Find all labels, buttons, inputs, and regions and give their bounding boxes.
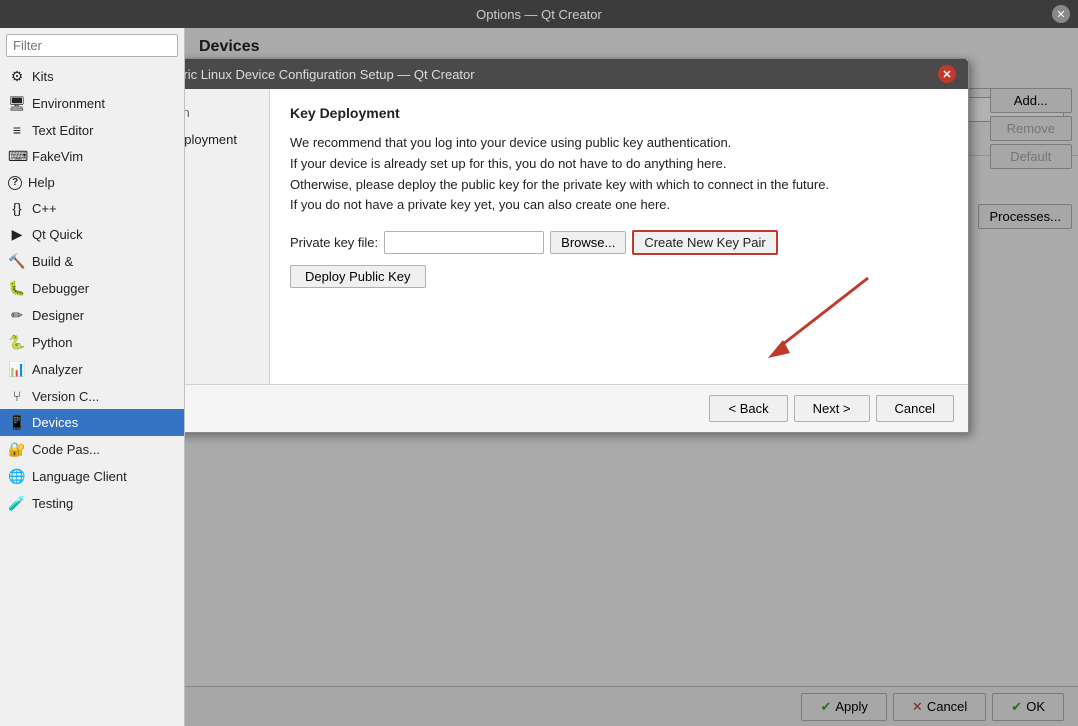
sidebar-label-python: Python [32,335,72,350]
key-deployment-label: Key Deployment [185,132,237,147]
build-icon: 🔨 [8,253,26,270]
sidebar-label-code-pas: Code Pas... [32,442,100,457]
back-button[interactable]: < Back [709,395,787,422]
sidebar-item-debugger[interactable]: 🐛 Debugger [0,275,184,302]
modal-close-button[interactable]: ✕ [938,65,956,83]
sidebar-item-python[interactable]: 🐍 Python [0,329,184,356]
sidebar-label-help: Help [28,175,55,190]
sidebar-label-debugger: Debugger [32,281,89,296]
sidebar-label-testing: Testing [32,496,73,511]
sidebar-item-designer[interactable]: ✏ Designer [0,302,184,329]
sidebar-item-language-client[interactable]: 🌐 Language Client [0,463,184,490]
modal-description: We recommend that you log into your devi… [290,133,948,216]
designer-icon: ✏ [8,307,26,324]
sidebar-item-text-editor[interactable]: ≡ Text Editor [0,117,184,143]
sidebar-item-build[interactable]: 🔨 Build & [0,248,184,275]
modal-content: Key Deployment We recommend that you log… [270,89,968,384]
analyzer-icon: 📊 [8,361,26,378]
testing-icon: 🧪 [8,495,26,512]
sidebar-item-environment[interactable]: 🖥 Environment [0,90,184,117]
connection-label: Connection [185,105,190,120]
modal-nav-summary: Summary [185,154,269,181]
next-button[interactable]: Next > [794,395,870,422]
modal-section-title: Key Deployment [290,105,948,121]
fakevim-icon: ⌨ [8,148,26,165]
sidebar-label-kits: Kits [32,69,54,84]
modal-nav-key-deployment: ▶ Key Deployment [185,126,269,154]
sidebar-label-version-control: Version C... [32,389,99,404]
modal-body: Connection ▶ Key Deployment Summary Key … [185,89,968,384]
modal-titlebar: New Generic Linux Device Configuration S… [185,59,968,89]
sidebar-item-fakevim[interactable]: ⌨ FakeVim [0,143,184,170]
sidebar-item-code-pas[interactable]: 🔐 Code Pas... [0,436,184,463]
sidebar-label-qt-quick: Qt Quick [32,227,83,242]
sidebar-item-cpp[interactable]: {} C++ [0,195,184,221]
cpp-icon: {} [8,200,26,216]
sidebar-item-devices[interactable]: 📱 Devices [0,409,184,436]
sidebar-label-analyzer: Analyzer [32,362,83,377]
devices-icon: 📱 [8,414,26,431]
sidebar-item-help[interactable]: ? Help [0,170,184,195]
private-key-label: Private key file: [290,235,378,250]
window-close-button[interactable]: ✕ [1052,5,1070,23]
key-file-row: Private key file: Browse... Create New K… [290,230,948,255]
version-control-icon: ⑂ [8,388,26,404]
debugger-icon: 🐛 [8,280,26,297]
sidebar-item-analyzer[interactable]: 📊 Analyzer [0,356,184,383]
red-arrow-annotation [290,288,948,368]
sidebar-item-kits[interactable]: Kits [0,63,184,90]
modal-nav: Connection ▶ Key Deployment Summary [185,89,270,384]
sidebar-item-version-control[interactable]: ⑂ Version C... [0,383,184,409]
help-icon: ? [8,176,22,190]
cancel-button[interactable]: Cancel [876,395,954,422]
sidebar-label-fakevim: FakeVim [32,149,83,164]
modal-overlay: New Generic Linux Device Configuration S… [185,28,1078,726]
sidebar-label-environment: Environment [32,96,105,111]
main-container: Kits 🖥 Environment ≡ Text Editor ⌨ FakeV… [0,28,1078,726]
content-area: Devices Devices Android QNX SSH Device: … [185,28,1078,726]
window-title: Options — Qt Creator [476,7,602,22]
kits-icon [8,68,26,85]
sidebar-item-qt-quick[interactable]: ▶ Qt Quick [0,221,184,248]
sidebar-label-cpp: C++ [32,201,57,216]
create-key-pair-button[interactable]: Create New Key Pair [632,230,777,255]
environment-icon: 🖥 [8,95,26,112]
title-bar: Options — Qt Creator ✕ [0,0,1078,28]
code-icon: 🔐 [8,441,26,458]
deploy-public-key-button[interactable]: Deploy Public Key [290,265,426,288]
modal-nav-connection: Connection [185,99,269,126]
sidebar-label-build: Build & [32,254,73,269]
sidebar: Kits 🖥 Environment ≡ Text Editor ⌨ FakeV… [0,28,185,726]
browse-button[interactable]: Browse... [550,231,626,254]
modal-footer: < Back Next > Cancel [185,384,968,432]
sidebar-item-testing[interactable]: 🧪 Testing [0,490,184,517]
sidebar-label-text-editor: Text Editor [32,123,93,138]
modal-dialog: New Generic Linux Device Configuration S… [185,58,969,433]
lang-client-icon: 🌐 [8,468,26,485]
sidebar-label-devices: Devices [32,415,78,430]
text-editor-icon: ≡ [8,122,26,138]
sidebar-label-language-client: Language Client [32,469,127,484]
qt-quick-icon: ▶ [8,226,26,243]
python-icon: 🐍 [8,334,26,351]
modal-title: New Generic Linux Device Configuration S… [185,67,475,82]
private-key-input[interactable] [384,231,544,254]
sidebar-filter-input[interactable] [6,34,178,57]
sidebar-label-designer: Designer [32,308,84,323]
